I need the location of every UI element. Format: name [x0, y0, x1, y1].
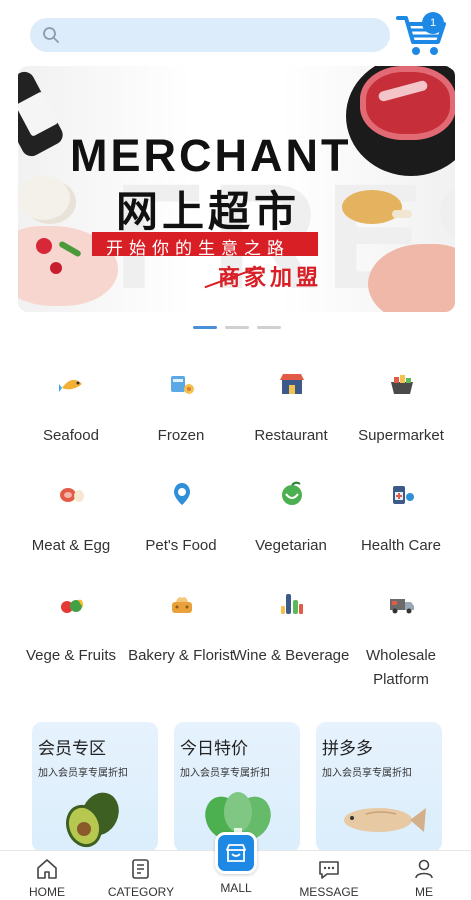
category-label: Seafood	[43, 427, 99, 444]
top-bar: 1	[0, 0, 471, 64]
home-icon	[37, 859, 57, 879]
promo-title: 拼多多	[322, 739, 373, 759]
category-label: Pet's Food	[145, 537, 217, 554]
mall-store-icon	[226, 844, 246, 862]
nav-label: ME	[415, 885, 433, 899]
supermarket-basket-icon	[391, 375, 413, 394]
vegetarian-icon	[282, 481, 302, 505]
berry-image	[36, 238, 52, 254]
nav-message[interactable]: MESSAGE	[282, 851, 376, 900]
category-label: Meat & Egg	[31, 537, 111, 554]
nav-category[interactable]: CATEGORY	[94, 851, 188, 900]
category-wholesale-platform[interactable]: Wholesale Platform	[342, 572, 460, 688]
category-icon	[132, 859, 149, 879]
promo-card-member[interactable]: 会员专区 加入会员享专属折扣	[32, 722, 158, 852]
promo-title: 今日特价	[180, 739, 248, 759]
category-label: Frozen	[157, 427, 205, 444]
promo-title: 会员专区	[38, 739, 106, 759]
restaurant-icon	[280, 374, 304, 394]
bakery-florist-icon	[172, 597, 192, 613]
frozen-icon	[171, 376, 194, 394]
health-care-icon	[393, 486, 414, 504]
nav-home[interactable]: HOME	[0, 851, 94, 900]
category-seafood[interactable]: Seafood	[12, 352, 130, 462]
promo-banner[interactable]: FRESH MERCHANT 网上超市 开始你的生意之路 商家加盟	[18, 66, 455, 312]
category-label: Restaurant	[254, 427, 328, 444]
search-input[interactable]	[68, 18, 378, 52]
pagination-dot-active[interactable]	[193, 326, 217, 329]
chicken-leg-image	[342, 190, 402, 224]
search-icon	[43, 27, 59, 43]
nav-label: HOME	[29, 885, 65, 899]
chicken-bone-image	[392, 210, 412, 218]
steak-image	[360, 66, 455, 140]
category-health-care[interactable]: Health Care	[342, 462, 460, 572]
category-label: Health Care	[360, 537, 442, 554]
vege-fruits-icon	[61, 599, 84, 613]
berry-image	[50, 262, 62, 274]
nav-mall-button[interactable]	[215, 832, 257, 874]
category-pets-food[interactable]: Pet's Food	[122, 462, 240, 572]
pagination-dot[interactable]	[257, 326, 281, 329]
wine-beverage-icon	[281, 594, 303, 614]
category-bakery-florist[interactable]: Bakery & Florist	[122, 572, 240, 682]
category-frozen[interactable]: Frozen	[122, 352, 240, 462]
category-wine-beverage[interactable]: Wine & Beverage	[232, 572, 350, 682]
banner-ribbon-text: 开始你的生意之路	[106, 239, 290, 259]
category-label: Wholesale Platform	[365, 647, 437, 688]
nav-label: CATEGORY	[107, 885, 175, 899]
fish-image	[344, 808, 426, 832]
wholesale-truck-icon	[390, 599, 414, 614]
category-label: Vege & Fruits	[25, 647, 117, 664]
promo-subtitle: 加入会员享专属折扣	[322, 768, 412, 779]
category-meat-egg[interactable]: Meat & Egg	[12, 462, 130, 572]
promo-card-group-buy[interactable]: 拼多多 加入会员享专属折扣	[316, 722, 442, 852]
nav-mall-label: MALL	[220, 881, 252, 895]
meat-egg-icon	[60, 488, 84, 502]
garlic-image	[18, 176, 70, 220]
nav-me[interactable]: ME	[377, 851, 471, 900]
cart-count-badge: 1	[422, 12, 444, 34]
pet-food-icon	[174, 483, 190, 505]
category-label: Supermarket	[358, 427, 444, 444]
promo-subtitle: 加入会员享专属折扣	[180, 768, 270, 779]
category-vegetarian[interactable]: Vegetarian	[232, 462, 350, 572]
banner-pagination	[193, 326, 283, 332]
nav-label: MESSAGE	[299, 885, 359, 899]
category-label: Bakery & Florist	[128, 647, 234, 664]
pagination-dot[interactable]	[225, 326, 249, 329]
category-vege-fruits[interactable]: Vege & Fruits	[12, 572, 130, 682]
category-supermarket[interactable]: Supermarket	[342, 352, 460, 462]
avocado-image	[65, 792, 119, 848]
category-grid: Seafood Frozen Restaurant Supermarket Me…	[0, 352, 471, 692]
banner-join-text: 商家加盟	[218, 266, 323, 291]
category-label: Wine & Beverage	[232, 647, 350, 664]
person-icon	[415, 859, 433, 879]
category-restaurant[interactable]: Restaurant	[232, 352, 350, 462]
banner-headline: MERCHANT	[70, 130, 352, 181]
message-icon	[319, 861, 339, 879]
category-label: Vegetarian	[255, 537, 327, 554]
promo-subtitle: 加入会员享专属折扣	[38, 768, 128, 779]
seafood-icon	[59, 379, 82, 392]
search-bar[interactable]	[30, 18, 390, 52]
banner-cn-title: 网上超市	[116, 187, 301, 236]
